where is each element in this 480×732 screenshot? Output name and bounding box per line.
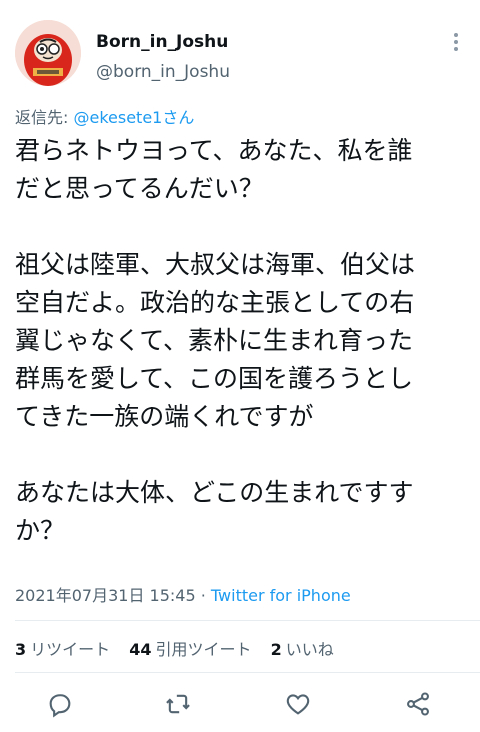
tweet-line: 群馬を愛して、この国を護ろうとし xyxy=(15,364,414,393)
retweet-button[interactable] xyxy=(162,688,194,720)
tweet-line-break xyxy=(15,436,465,474)
more-vertical-icon[interactable] xyxy=(446,30,466,58)
tweet-line: てきた一族の端くれですが xyxy=(15,402,314,431)
reply-button[interactable] xyxy=(44,688,76,720)
reply-icon xyxy=(49,694,71,718)
divider xyxy=(15,672,480,673)
tweet-stats: 3 リツイート 44 引用ツイート 2 いいね xyxy=(15,636,348,660)
tweet-line: 翼じゃなくて、素朴に生まれ育った xyxy=(15,326,414,355)
tweet-header: Born_in_Joshu @born_in_Joshu xyxy=(0,0,480,96)
meta-separator: · xyxy=(195,586,211,605)
retweets-count: 3 xyxy=(15,640,27,659)
tweet-line: か？ xyxy=(15,516,66,545)
likes-label: いいね xyxy=(285,640,334,659)
retweets-label: リツイート xyxy=(30,640,111,659)
tweet-line-break xyxy=(15,208,465,246)
tweet-line: 君らネトウヨって、あなた、私を誰 xyxy=(15,136,413,165)
reply-to-line: 返信先: @ekesete1さん xyxy=(15,104,194,128)
tweet-actions xyxy=(0,684,480,724)
like-button[interactable] xyxy=(282,688,314,720)
avatar[interactable] xyxy=(15,20,81,86)
tweet-text: 君らネトウヨって、あなた、私を誰 だと思ってるんだい？ 祖父は陸軍、大叔父は海軍… xyxy=(15,132,465,550)
tweet-line: あなたは大体、どこの生まれですす xyxy=(15,478,414,507)
retweets-stat[interactable]: 3 リツイート xyxy=(15,640,110,659)
share-icon xyxy=(407,692,429,716)
tweet-timestamp[interactable]: 2021年07月31日 15:45 xyxy=(15,586,196,605)
tweet-source-link[interactable]: Twitter for iPhone xyxy=(211,586,351,605)
quotes-label: 引用ツイート xyxy=(155,640,252,659)
tweet-line: 空自だよ。政治的な主張としての右 xyxy=(15,288,415,317)
share-button[interactable] xyxy=(402,688,434,720)
divider xyxy=(15,620,480,621)
user-display-name[interactable]: Born_in_Joshu xyxy=(96,32,228,52)
quotes-stat[interactable]: 44 引用ツイート xyxy=(129,640,251,659)
user-handle[interactable]: @born_in_Joshu xyxy=(96,62,230,82)
tweet-meta: 2021年07月31日 15:45 · Twitter for iPhone xyxy=(15,582,351,606)
tweet-line: だと思ってるんだい？ xyxy=(15,174,264,203)
heart-icon xyxy=(286,694,310,715)
likes-count: 2 xyxy=(270,640,282,659)
daruma-avatar-image xyxy=(15,20,81,86)
reply-target-link[interactable]: @ekesete1さん xyxy=(73,108,194,127)
retweet-icon xyxy=(166,694,190,714)
tweet-line: 祖父は陸軍、大叔父は海軍、伯父は xyxy=(15,250,416,279)
quotes-count: 44 xyxy=(129,640,152,659)
reply-prefix: 返信先: xyxy=(15,108,74,127)
likes-stat[interactable]: 2 いいね xyxy=(271,640,334,659)
